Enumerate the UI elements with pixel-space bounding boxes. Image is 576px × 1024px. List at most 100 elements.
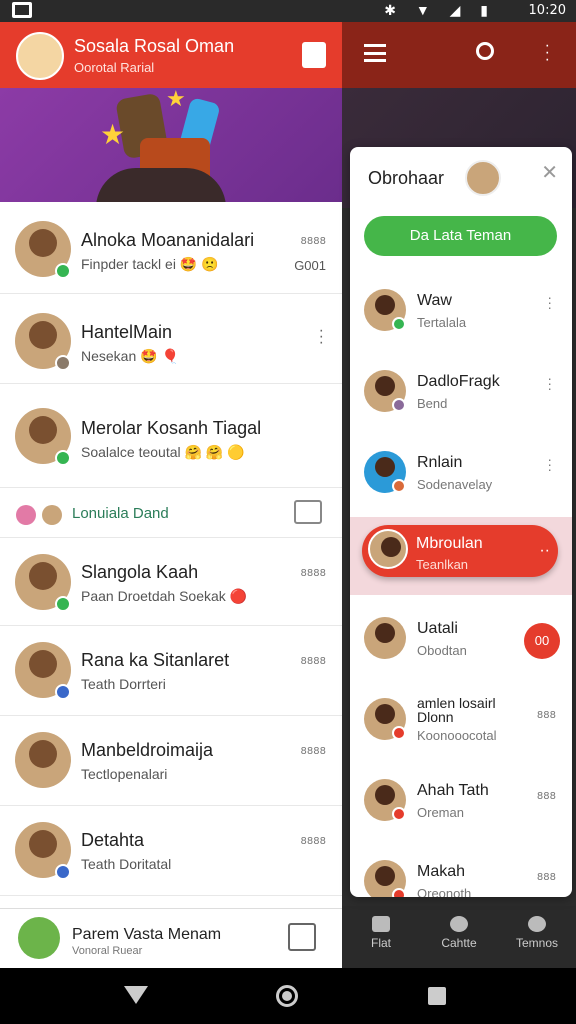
bottom-chat-bar[interactable]: Parem Vasta Menam Vonoral Ruear [0, 908, 342, 968]
tab-label: Cahtte [441, 936, 477, 950]
home-button-icon[interactable] [276, 985, 298, 1007]
contact-time: 888 [536, 872, 556, 883]
contact-name: Uatali [417, 620, 458, 637]
status-bar: ✱ ▼ ◢ ▮ 10:20 [0, 0, 576, 22]
mail-open-icon[interactable] [294, 500, 322, 524]
contact-row[interactable]: Ahah Tath Oreman 888 [350, 761, 572, 841]
chat-message: Teath Doritatal [81, 856, 172, 872]
tab-people[interactable]: Temnos [502, 916, 572, 950]
contact-row[interactable]: amlen losairl Dlonn Koonooocotal 888 [350, 680, 572, 760]
section-icon [16, 505, 36, 525]
menu-icon[interactable] [364, 44, 386, 62]
chat-message: Soalalce teoutal 🤗 🤗 🟡 [81, 444, 245, 460]
chat-time: 8888 [300, 656, 326, 667]
chat-name: Rana ka Sitanlaret [81, 650, 230, 670]
chat-row[interactable]: Detahta Teath Doritatal 8888 [0, 806, 342, 896]
app-header: Sosala Rosal Oman Oorotal Rarial [0, 22, 342, 88]
chat-name: Merolar Kosanh Tiagal [81, 418, 262, 438]
add-friend-button[interactable]: Da Lata Teman [364, 216, 557, 256]
chat-name: Slangola Kaah [81, 562, 199, 582]
more-options-icon[interactable]: · · · [547, 452, 552, 476]
contact-status: Teanlkan [416, 557, 469, 572]
online-badge [392, 317, 406, 331]
contact-row[interactable]: Makah Oreonoth 888 [350, 842, 572, 897]
chat-message: Paan Droetdah Soekak 🔴 [81, 588, 248, 604]
contact-row[interactable]: Waw Tertalala · · · [350, 271, 572, 351]
status-time: 10:20 [528, 3, 566, 18]
search-icon[interactable] [476, 42, 494, 60]
online-badge [55, 596, 71, 612]
contact-time: 888 [536, 710, 556, 721]
chat-message: Tectlopenalari [81, 766, 168, 782]
contact-name: amlen losairl Dlonn [417, 696, 496, 724]
avatar [42, 505, 62, 525]
status-badge [392, 479, 406, 493]
chat-row[interactable]: Rana ka Sitanlaret Teath Dorrteri 8888 [0, 626, 342, 716]
contact-status: Tertalala [417, 315, 467, 330]
system-nav-bar [0, 968, 576, 1024]
chat-name: Manbeldroimaija [81, 740, 214, 760]
online-badge [55, 450, 71, 466]
chat-name: HantelMain [81, 322, 173, 342]
contact-status: Oreman [417, 805, 464, 820]
contact-row[interactable]: DadloFragk Bend · · · [350, 352, 572, 432]
avatar [368, 529, 408, 569]
contact-name: Ahah Tath [417, 782, 489, 799]
recent-apps-icon[interactable] [428, 987, 446, 1005]
chat-row[interactable]: HantelMain Nesekan 🤩 🎈 · · · [0, 294, 342, 384]
contact-row[interactable]: Rnlain Sodenavelay · · · [350, 433, 572, 513]
chat-message: Finpder tackl ei 🤩 🙁 [81, 256, 219, 272]
notification-icon [12, 2, 32, 18]
contact-name: Makah [417, 863, 466, 880]
document-icon[interactable] [288, 923, 316, 951]
header-banner: ★ ★ [0, 88, 342, 202]
status-badge [392, 807, 406, 821]
avatar [18, 917, 60, 959]
home-icon [372, 916, 390, 932]
more-options-icon[interactable]: · · · [547, 290, 552, 314]
contact-name: Mbroulan [416, 535, 483, 552]
tab-home[interactable]: Flat [346, 916, 416, 950]
panel-title: Obrohaar [368, 168, 445, 188]
back-icon[interactable] [124, 986, 148, 1004]
header-subtitle: Oorotal Rarial [74, 60, 155, 75]
contact-row[interactable]: Uatali Obodtan 00 [350, 599, 572, 679]
unread-badge: 00 [524, 623, 560, 659]
chat-row[interactable]: Manbeldroimaija Tectlopenalari 8888 [0, 716, 342, 806]
chat-row[interactable]: Slangola Kaah Paan Droetdah Soekak 🔴 888… [0, 538, 342, 626]
more-options-icon[interactable]: · · · [319, 323, 324, 351]
tab-label: Temnos [515, 936, 559, 950]
chat-time: 8888 [300, 568, 326, 579]
more-options-icon[interactable]: ·· [539, 542, 550, 560]
status-badge [55, 864, 71, 880]
footer-subtitle: Vonoral Ruear [72, 945, 143, 957]
profile-avatar[interactable] [16, 32, 64, 80]
more-options-icon[interactable]: · · · [547, 371, 552, 395]
online-badge [55, 263, 71, 279]
contact-name-line2: Dlonn [417, 709, 454, 725]
star-icon: ★ [100, 119, 126, 150]
secondary-header: · · · [342, 22, 576, 88]
status-badge [392, 726, 406, 740]
status-icons: ✱ ▼ ◢ ▮ [384, 2, 496, 18]
upload-icon[interactable] [302, 42, 326, 68]
chat-time: 8888 [300, 836, 326, 847]
banner-art [96, 168, 226, 202]
contact-status: Obodtan [417, 643, 467, 658]
more-options-icon[interactable]: · · · [545, 38, 550, 68]
contact-status: Sodenavelay [417, 477, 493, 492]
chat-count: G001 [294, 258, 326, 273]
star-icon: ★ [166, 88, 186, 111]
tab-chats[interactable]: Cahtte [424, 916, 494, 950]
contact-status: Koonooocotal [417, 728, 497, 743]
chat-list: Alnoka Moananidalari Finpder tackl ei 🤩 … [0, 202, 342, 896]
avatar [465, 160, 501, 196]
close-icon[interactable]: ✕ [541, 160, 558, 185]
chat-row[interactable]: Merolar Kosanh Tiagal Soalalce teoutal 🤗… [0, 384, 342, 488]
contact-name: Waw [417, 292, 452, 309]
chat-row[interactable]: Alnoka Moananidalari Finpder tackl ei 🤩 … [0, 202, 342, 294]
contact-name: Rnlain [417, 454, 463, 471]
contact-row-selected[interactable]: Mbroulan Teanlkan ·· [350, 517, 572, 595]
status-badge [392, 888, 406, 897]
section-divider[interactable]: Lonuiala Dand [0, 488, 342, 538]
